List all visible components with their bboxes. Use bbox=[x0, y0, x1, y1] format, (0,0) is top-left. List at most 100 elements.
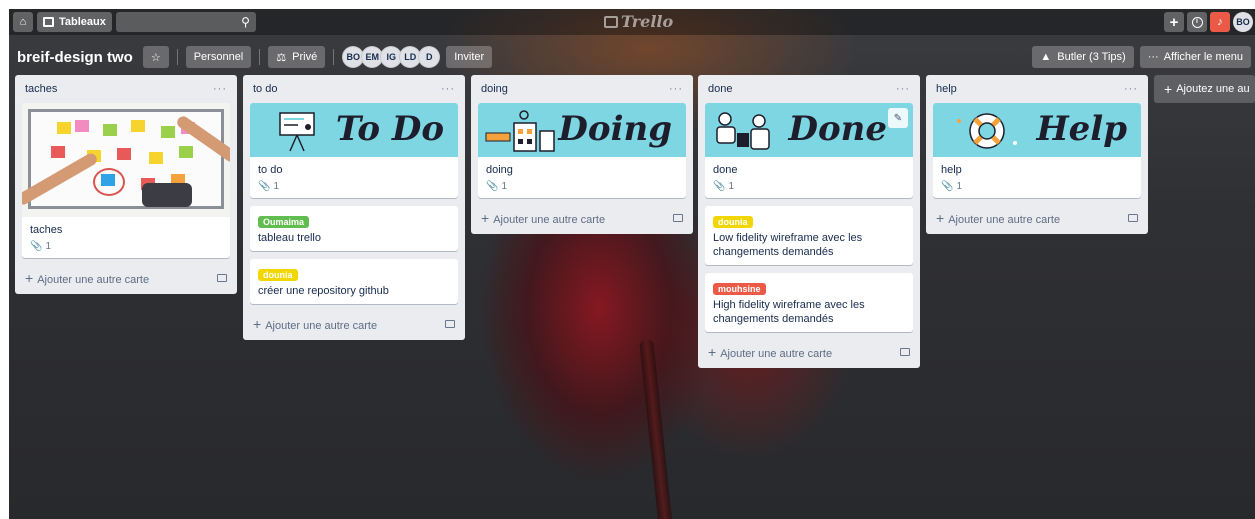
visibility-button[interactable]: ⚖ Privé bbox=[268, 46, 326, 68]
butler-label: Butler (3 Tips) bbox=[1057, 51, 1126, 63]
edit-card-button[interactable]: ✎ bbox=[888, 108, 908, 128]
list-header[interactable]: doing ··· bbox=[471, 75, 693, 103]
card[interactable]: Oumaima tableau trello bbox=[250, 206, 458, 251]
attachment-count: 1 bbox=[501, 181, 508, 192]
search-input[interactable]: ⚲ bbox=[115, 12, 256, 32]
trello-logo[interactable]: Trello bbox=[604, 12, 673, 31]
card-template-icon[interactable] bbox=[673, 214, 683, 222]
header-actions: + i ♪ BO bbox=[1164, 12, 1253, 32]
add-card-text: + Ajouter une autre carte bbox=[936, 210, 1060, 226]
list-header[interactable]: taches ··· bbox=[15, 75, 237, 103]
card-body: to do 📎 1 bbox=[250, 157, 458, 198]
home-button[interactable]: ⌂ bbox=[13, 12, 33, 32]
paperclip-icon: 📎 bbox=[258, 181, 271, 192]
list-menu-icon[interactable]: ··· bbox=[896, 83, 910, 95]
card-cover-image: To Do bbox=[250, 103, 458, 157]
user-avatar[interactable]: BO bbox=[1233, 12, 1253, 32]
card[interactable]: Done ✎ done 📎 1 bbox=[705, 103, 913, 198]
list-menu-icon[interactable]: ··· bbox=[213, 83, 227, 95]
add-card-button[interactable]: + Ajouter une autre carte bbox=[471, 206, 693, 234]
list-title[interactable]: done bbox=[708, 83, 732, 95]
plus-icon: + bbox=[25, 270, 34, 286]
add-list-button[interactable]: + Ajoutez une au bbox=[1154, 75, 1255, 103]
card-body: doing 📎 1 bbox=[478, 157, 686, 198]
search-icon: ⚲ bbox=[241, 15, 250, 29]
add-card-label: Ajouter une autre carte bbox=[720, 348, 833, 360]
card-cover-image: Done ✎ bbox=[705, 103, 913, 157]
boards-label: Tableaux bbox=[59, 16, 106, 28]
cover-title: Done bbox=[788, 109, 887, 149]
star-button[interactable]: ☆ bbox=[142, 46, 169, 68]
card[interactable]: To Do to do 📎 1 bbox=[250, 103, 458, 198]
boards-button[interactable]: Tableaux bbox=[37, 12, 112, 32]
attachment-badge: 📎 1 bbox=[486, 181, 678, 192]
list-menu-icon[interactable]: ··· bbox=[1124, 83, 1138, 95]
card[interactable]: Help help 📎 1 bbox=[933, 103, 1141, 198]
info-icon: i bbox=[1191, 16, 1203, 28]
add-card-label: Ajouter une autre carte bbox=[37, 274, 150, 286]
list-menu-icon[interactable]: ··· bbox=[441, 83, 455, 95]
card-label-red: mouhsine bbox=[713, 283, 766, 295]
card-template-icon[interactable] bbox=[445, 320, 455, 328]
factory-illustration bbox=[485, 110, 555, 152]
card[interactable]: dounia Low fidelity wireframe avec les c… bbox=[705, 206, 913, 265]
card[interactable]: taches 📎 1 bbox=[22, 103, 230, 258]
board-background: ⌂ Tableaux ⚲ Trello + i ♪ BO breif-desig… bbox=[9, 9, 1255, 519]
attachment-badge: 📎 1 bbox=[941, 181, 1133, 192]
plus-icon: + bbox=[1164, 81, 1173, 97]
team-button[interactable]: Personnel bbox=[185, 46, 252, 68]
card-template-icon[interactable] bbox=[217, 274, 227, 282]
plus-icon: + bbox=[1169, 13, 1179, 31]
card[interactable]: mouhsine High fidelity wireframe avec le… bbox=[705, 273, 913, 332]
invite-button[interactable]: Inviter bbox=[446, 46, 493, 68]
butler-button[interactable]: ▲ Butler (3 Tips) bbox=[1032, 46, 1134, 68]
list-title[interactable]: to do bbox=[253, 83, 277, 95]
attachment-count: 1 bbox=[728, 181, 735, 192]
member-avatar[interactable]: D bbox=[418, 46, 441, 68]
list-title[interactable]: doing bbox=[481, 83, 508, 95]
list-header[interactable]: done ··· bbox=[698, 75, 920, 103]
divider bbox=[333, 49, 335, 65]
sticky-note bbox=[161, 126, 175, 138]
visibility-label: Privé bbox=[292, 51, 318, 63]
card-label-yellow: dounia bbox=[258, 269, 298, 281]
card-title: done bbox=[713, 164, 738, 176]
list-header[interactable]: to do ··· bbox=[243, 75, 465, 103]
plus-icon: + bbox=[253, 316, 262, 332]
attachment-badge: 📎 1 bbox=[30, 241, 222, 252]
card[interactable]: dounia créer une repository github bbox=[250, 259, 458, 304]
list-title[interactable]: taches bbox=[25, 83, 57, 95]
list-menu-icon[interactable]: ··· bbox=[669, 83, 683, 95]
notifications-button[interactable]: ♪ bbox=[1210, 12, 1230, 32]
card-title: doing bbox=[486, 164, 513, 176]
pencil-icon: ✎ bbox=[893, 112, 903, 124]
card-title: to do bbox=[258, 164, 283, 176]
card-body: taches 📎 1 bbox=[22, 217, 230, 258]
trello-logo-text: Trello bbox=[621, 12, 674, 31]
sticky-note bbox=[57, 122, 71, 134]
circle-annotation bbox=[93, 168, 125, 196]
info-button[interactable]: i bbox=[1187, 12, 1207, 32]
list-to-do: to do ··· To Do to do 📎 1 Oumaima tablea… bbox=[243, 75, 465, 340]
plus-icon: + bbox=[936, 210, 945, 226]
add-card-button[interactable]: + Ajouter une autre carte bbox=[15, 266, 237, 294]
add-card-button[interactable]: + Ajouter une autre carte bbox=[243, 312, 465, 340]
show-menu-button[interactable]: ··· Afficher le menu bbox=[1139, 46, 1251, 68]
card-cover-image bbox=[22, 103, 230, 217]
add-card-button[interactable]: + Ajouter une autre carte bbox=[698, 340, 920, 368]
list-title[interactable]: help bbox=[936, 83, 957, 95]
board-title[interactable]: breif-design two bbox=[17, 49, 133, 66]
add-card-text: + Ajouter une autre carte bbox=[481, 210, 605, 226]
trello-logo-icon bbox=[604, 15, 618, 28]
attachment-count: 1 bbox=[45, 241, 52, 252]
list-doing: doing ··· Doing doing 📎 1 + Ajouter une … bbox=[471, 75, 693, 234]
card-template-icon[interactable] bbox=[900, 348, 910, 356]
list-header[interactable]: help ··· bbox=[926, 75, 1148, 103]
card[interactable]: Doing doing 📎 1 bbox=[478, 103, 686, 198]
create-button[interactable]: + bbox=[1164, 12, 1184, 32]
board-header-right: ▲ Butler (3 Tips) ··· Afficher le menu bbox=[1032, 45, 1251, 69]
card-template-icon[interactable] bbox=[1128, 214, 1138, 222]
card-body: dounia Low fidelity wireframe avec les c… bbox=[705, 206, 913, 265]
add-card-button[interactable]: + Ajouter une autre carte bbox=[926, 206, 1148, 234]
butler-icon: ▲ bbox=[1040, 51, 1052, 63]
